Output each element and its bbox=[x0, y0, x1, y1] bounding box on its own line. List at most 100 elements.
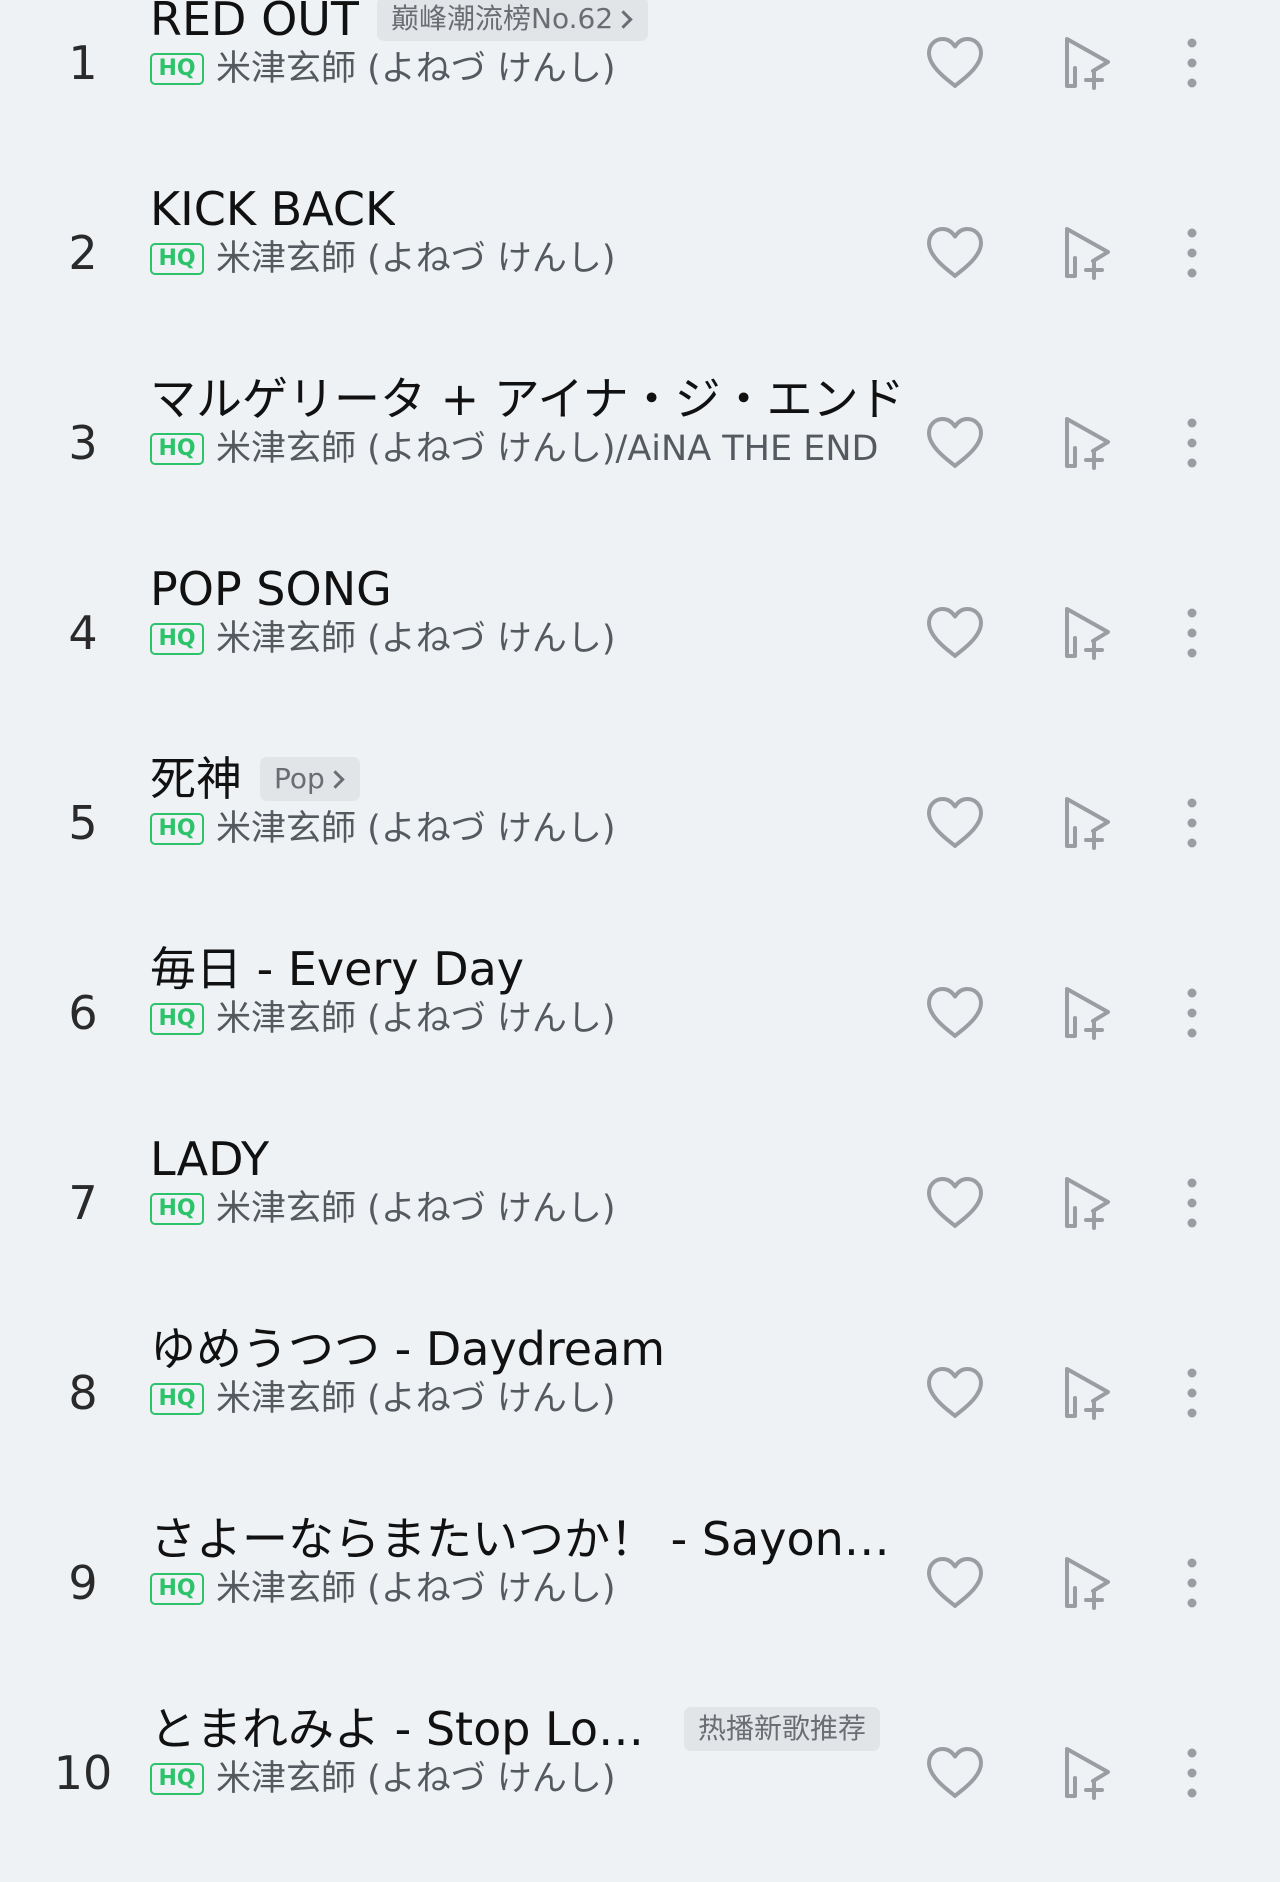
song-info[interactable]: さよーならまたいつか！ - Sayonara HQ 米津玄師 (よねづ けんし) bbox=[150, 1488, 910, 1678]
song-info[interactable]: とまれみよ - Stop Look 热播新歌推荐 HQ 米津玄師 (よねづ けん… bbox=[150, 1678, 910, 1868]
more-options-button[interactable] bbox=[1152, 1163, 1232, 1243]
song-row[interactable]: 5 死神 Pop HQ 米津玄師 (よねづ けんし) bbox=[0, 728, 1280, 918]
song-artist: 米津玄師 (よねづ けんし) bbox=[216, 619, 616, 659]
like-button[interactable] bbox=[915, 1353, 995, 1433]
song-title-line: POP SONG bbox=[150, 558, 910, 620]
song-row[interactable]: 9 さよーならまたいつか！ - Sayonara HQ 米津玄師 (よねづ けん… bbox=[0, 1488, 1280, 1678]
like-button[interactable] bbox=[915, 973, 995, 1053]
more-options-button[interactable] bbox=[1152, 1543, 1232, 1623]
add-to-playlist-button[interactable] bbox=[1048, 973, 1128, 1053]
heart-outline-icon bbox=[927, 1177, 983, 1228]
song-subtitle-line: HQ 米津玄師 (よねづ けんし)/AiNA THE END bbox=[150, 426, 910, 472]
more-vertical-icon bbox=[1187, 418, 1197, 468]
like-button[interactable] bbox=[915, 1543, 995, 1623]
song-row[interactable]: 3 マルゲリータ + アイナ・ジ・エンド HQ 米津玄師 (よねづ けんし)/A… bbox=[0, 348, 1280, 538]
add-to-playlist-icon bbox=[1065, 987, 1110, 1040]
song-row[interactable]: 6 毎日 - Every Day HQ 米津玄師 (よねづ けんし) bbox=[0, 918, 1280, 1108]
song-info[interactable]: 死神 Pop HQ 米津玄師 (よねづ けんし) bbox=[150, 728, 910, 918]
song-artist: 米津玄師 (よねづ けんし) bbox=[216, 809, 616, 849]
like-button[interactable] bbox=[915, 783, 995, 863]
hq-badge: HQ bbox=[150, 1383, 204, 1415]
add-to-playlist-icon bbox=[1065, 1367, 1110, 1420]
more-vertical-icon bbox=[1187, 1748, 1197, 1798]
hq-badge: HQ bbox=[150, 623, 204, 655]
song-title-line: 毎日 - Every Day bbox=[150, 938, 910, 1000]
song-subtitle-line: HQ 米津玄師 (よねづ けんし) bbox=[150, 46, 910, 92]
like-button[interactable] bbox=[915, 1733, 995, 1813]
song-title-line: さよーならまたいつか！ - Sayonara bbox=[150, 1508, 910, 1570]
song-tag[interactable]: 巅峰潮流榜No.62 bbox=[377, 0, 649, 41]
song-artist: 米津玄師 (よねづ けんし) bbox=[216, 239, 616, 279]
song-info[interactable]: LADY HQ 米津玄師 (よねづ けんし) bbox=[150, 1108, 910, 1298]
song-row[interactable]: 8 ゆめうつつ - Daydream HQ 米津玄師 (よねづ けんし) bbox=[0, 1298, 1280, 1488]
song-row[interactable]: 7 LADY HQ 米津玄師 (よねづ けんし) bbox=[0, 1108, 1280, 1298]
hq-badge: HQ bbox=[150, 1573, 204, 1605]
add-to-playlist-button[interactable] bbox=[1048, 213, 1128, 293]
heart-outline-icon bbox=[927, 1747, 983, 1798]
more-options-button[interactable] bbox=[1152, 213, 1232, 293]
like-button[interactable] bbox=[915, 23, 995, 103]
like-button[interactable] bbox=[915, 403, 995, 483]
song-title: マルゲリータ + アイナ・ジ・エンド bbox=[150, 372, 905, 426]
add-to-playlist-button[interactable] bbox=[1048, 1543, 1128, 1623]
add-to-playlist-button[interactable] bbox=[1048, 593, 1128, 673]
hq-badge: HQ bbox=[150, 813, 204, 845]
hq-badge: HQ bbox=[150, 1003, 204, 1035]
add-to-playlist-button[interactable] bbox=[1048, 403, 1128, 483]
song-info[interactable]: KICK BACK HQ 米津玄師 (よねづ けんし) bbox=[150, 158, 910, 348]
add-to-playlist-icon bbox=[1065, 607, 1110, 660]
heart-outline-icon bbox=[927, 417, 983, 468]
song-rank: 9 bbox=[68, 1556, 98, 1610]
song-subtitle-line: HQ 米津玄師 (よねづ けんし) bbox=[150, 996, 910, 1042]
add-to-playlist-button[interactable] bbox=[1048, 1353, 1128, 1433]
song-tag-label: Pop bbox=[274, 762, 325, 795]
song-rank: 2 bbox=[68, 226, 98, 280]
more-options-button[interactable] bbox=[1152, 593, 1232, 673]
song-info[interactable]: RED OUT 巅峰潮流榜No.62 HQ 米津玄師 (よねづ けんし) bbox=[150, 0, 910, 158]
more-options-button[interactable] bbox=[1152, 1733, 1232, 1813]
add-to-playlist-icon bbox=[1065, 227, 1110, 280]
heart-outline-icon bbox=[927, 1557, 983, 1608]
song-title: 死神 bbox=[150, 752, 242, 806]
song-row[interactable]: 1 RED OUT 巅峰潮流榜No.62 HQ 米津玄師 (よねづ けんし) bbox=[0, 0, 1280, 158]
song-tag[interactable]: Pop bbox=[260, 757, 360, 801]
heart-outline-icon bbox=[927, 987, 983, 1038]
heart-outline-icon bbox=[927, 37, 983, 88]
song-title-line: RED OUT 巅峰潮流榜No.62 bbox=[150, 0, 910, 50]
song-info[interactable]: ゆめうつつ - Daydream HQ 米津玄師 (よねづ けんし) bbox=[150, 1298, 910, 1488]
song-info[interactable]: POP SONG HQ 米津玄師 (よねづ けんし) bbox=[150, 538, 910, 728]
like-button[interactable] bbox=[915, 1163, 995, 1243]
song-artist: 米津玄師 (よねづ けんし) bbox=[216, 999, 616, 1039]
more-options-button[interactable] bbox=[1152, 1353, 1232, 1433]
add-to-playlist-button[interactable] bbox=[1048, 1163, 1128, 1243]
like-button[interactable] bbox=[915, 593, 995, 673]
song-row[interactable]: 4 POP SONG HQ 米津玄師 (よねづ けんし) bbox=[0, 538, 1280, 728]
more-vertical-icon bbox=[1187, 1368, 1197, 1418]
add-to-playlist-icon bbox=[1065, 1177, 1110, 1230]
more-options-button[interactable] bbox=[1152, 783, 1232, 863]
add-to-playlist-icon bbox=[1065, 797, 1110, 850]
song-subtitle-line: HQ 米津玄師 (よねづ けんし) bbox=[150, 806, 910, 852]
hq-badge: HQ bbox=[150, 1193, 204, 1225]
song-subtitle-line: HQ 米津玄師 (よねづ けんし) bbox=[150, 236, 910, 282]
song-subtitle-line: HQ 米津玄師 (よねづ けんし) bbox=[150, 1566, 910, 1612]
song-title: KICK BACK bbox=[150, 182, 396, 236]
song-subtitle-line: HQ 米津玄師 (よねづ けんし) bbox=[150, 616, 910, 662]
more-vertical-icon bbox=[1187, 608, 1197, 658]
more-options-button[interactable] bbox=[1152, 403, 1232, 483]
song-row[interactable]: 10 とまれみよ - Stop Look 热播新歌推荐 HQ 米津玄師 (よねづ… bbox=[0, 1678, 1280, 1868]
song-title: RED OUT bbox=[150, 0, 360, 46]
add-to-playlist-button[interactable] bbox=[1048, 783, 1128, 863]
add-to-playlist-button[interactable] bbox=[1048, 1733, 1128, 1813]
song-info[interactable]: マルゲリータ + アイナ・ジ・エンド HQ 米津玄師 (よねづ けんし)/AiN… bbox=[150, 348, 910, 538]
song-artist: 米津玄師 (よねづ けんし) bbox=[216, 1189, 616, 1229]
add-to-playlist-button[interactable] bbox=[1048, 23, 1128, 103]
song-tag[interactable]: 热播新歌推荐 bbox=[684, 1707, 881, 1751]
song-info[interactable]: 毎日 - Every Day HQ 米津玄師 (よねづ けんし) bbox=[150, 918, 910, 1108]
song-title: POP SONG bbox=[150, 562, 392, 616]
like-button[interactable] bbox=[915, 213, 995, 293]
more-options-button[interactable] bbox=[1152, 973, 1232, 1053]
song-row[interactable]: 2 KICK BACK HQ 米津玄師 (よねづ けんし) bbox=[0, 158, 1280, 348]
more-options-button[interactable] bbox=[1152, 23, 1232, 103]
song-subtitle-line: HQ 米津玄師 (よねづ けんし) bbox=[150, 1186, 910, 1232]
